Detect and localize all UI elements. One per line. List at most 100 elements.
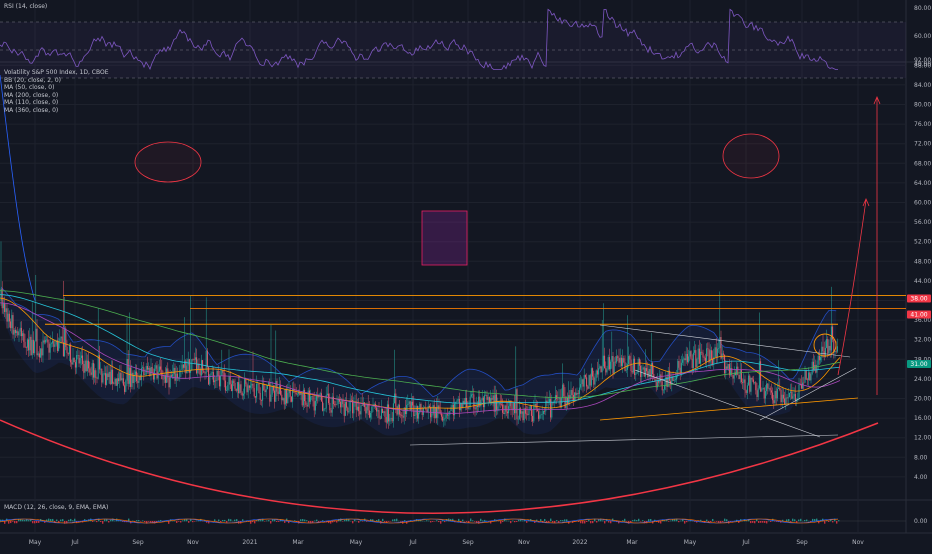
legend-symbol[interactable]: Volatility S&P 500 Index, 1D, CBOE: [4, 69, 109, 77]
macd-histogram-bar: [394, 519, 395, 521]
candle-body: [446, 414, 447, 418]
candle-body: [631, 359, 632, 371]
candle-body: [526, 414, 527, 415]
time-axis-label: Nov: [187, 539, 199, 546]
candle-body: [113, 384, 114, 385]
time-axis-label: Sep: [462, 539, 474, 546]
candle-body: [233, 381, 234, 383]
candle-body: [244, 379, 245, 394]
legend-bb[interactable]: BB (20, close, 2, 0): [4, 77, 109, 85]
macd-histogram-bar: [490, 521, 491, 523]
legend-ma50[interactable]: MA (50, close, 0): [4, 84, 109, 92]
candle-body: [287, 393, 288, 403]
candle-body: [208, 367, 209, 384]
candle-body: [322, 402, 323, 411]
macd-histogram-bar: [8, 521, 9, 524]
macd-histogram-bar: [32, 521, 33, 523]
candle-body: [700, 352, 701, 364]
chart-svg[interactable]: 88.0084.0080.0076.0072.0068.0064.0060.00…: [0, 0, 932, 550]
candle-body: [437, 405, 438, 417]
macd-histogram-bar: [242, 519, 243, 521]
candle-body: [14, 330, 15, 335]
price-tick-label: 76.00: [914, 121, 931, 128]
candle-body: [473, 394, 474, 408]
legend-ma200[interactable]: MA (200, close, 0): [4, 92, 109, 100]
candle-body: [500, 403, 501, 404]
candle-body: [351, 400, 352, 401]
candle-body: [242, 393, 243, 396]
candle-body: [682, 360, 683, 363]
candle-body: [335, 404, 336, 405]
macd-histogram-bar: [516, 521, 517, 522]
chart-root[interactable]: 88.0084.0080.0076.0072.0068.0064.0060.00…: [0, 0, 932, 550]
candle-body: [477, 406, 478, 407]
macd-histogram-bar: [222, 520, 223, 521]
macd-histogram-bar: [508, 521, 509, 522]
candle-body: [127, 359, 128, 381]
candle-body: [693, 353, 694, 368]
candle-body: [64, 329, 65, 357]
macd-histogram-bar: [34, 521, 35, 523]
candle-body: [400, 415, 401, 416]
candle-body: [674, 380, 675, 381]
candle-body: [397, 406, 398, 414]
macd-histogram-bar: [182, 520, 183, 521]
candle-body: [367, 404, 368, 413]
price-tick-label: 32.00: [914, 337, 931, 344]
macd-histogram-bar: [668, 521, 669, 522]
highlight-rectangle: [422, 211, 467, 265]
candle-body: [724, 355, 725, 374]
candle-body: [239, 384, 240, 393]
candle-body: [130, 368, 131, 387]
candle-body: [128, 359, 129, 384]
candle-body: [291, 397, 292, 402]
candle-body: [331, 410, 332, 412]
candle-body: [254, 388, 255, 396]
candle-body: [406, 405, 407, 414]
candle-body: [599, 366, 600, 368]
macd-histogram-bar: [378, 519, 379, 521]
macd-histogram-bar: [518, 520, 519, 521]
candle-body: [243, 394, 244, 396]
candle-body: [523, 411, 524, 420]
candle-body: [763, 388, 764, 389]
candle-body: [529, 410, 530, 415]
rsi-title: RSI (14, close): [4, 3, 47, 10]
candle-body: [232, 381, 233, 391]
candle-body: [71, 362, 72, 364]
candle-body: [104, 373, 105, 374]
candle-body: [451, 407, 452, 411]
candle-body: [596, 370, 597, 377]
candle-body: [439, 405, 440, 409]
macd-histogram-bar: [724, 519, 725, 522]
candle-body: [737, 367, 738, 375]
candle-body: [235, 383, 236, 389]
candle-body: [100, 369, 101, 370]
candle-body: [51, 343, 52, 344]
macd-histogram-bar: [634, 520, 635, 522]
candle-body: [147, 366, 148, 370]
candle-body: [117, 378, 118, 385]
candle-body: [362, 405, 363, 406]
macd-histogram-bar: [138, 520, 139, 521]
candle-body: [575, 393, 576, 396]
candle-body: [195, 357, 196, 359]
candle-body: [121, 373, 122, 381]
candle-body: [583, 379, 584, 386]
candle-body: [193, 359, 194, 360]
candle-body: [89, 368, 90, 372]
macd-histogram-bar: [650, 519, 651, 521]
candle-body: [39, 353, 40, 357]
candle-body: [733, 375, 734, 378]
candle-body: [559, 398, 560, 399]
candle-body: [668, 371, 669, 387]
candle-body: [255, 396, 256, 397]
macd-histogram-bar: [192, 521, 193, 522]
candle-body: [807, 380, 808, 381]
legend-ma360[interactable]: MA (360, close, 0): [4, 107, 109, 115]
candle-body: [229, 377, 230, 385]
legend-ma110[interactable]: MA (110, close, 0): [4, 99, 109, 107]
candle-body: [81, 356, 82, 358]
candle-body: [226, 390, 227, 391]
candle-body: [394, 394, 395, 404]
